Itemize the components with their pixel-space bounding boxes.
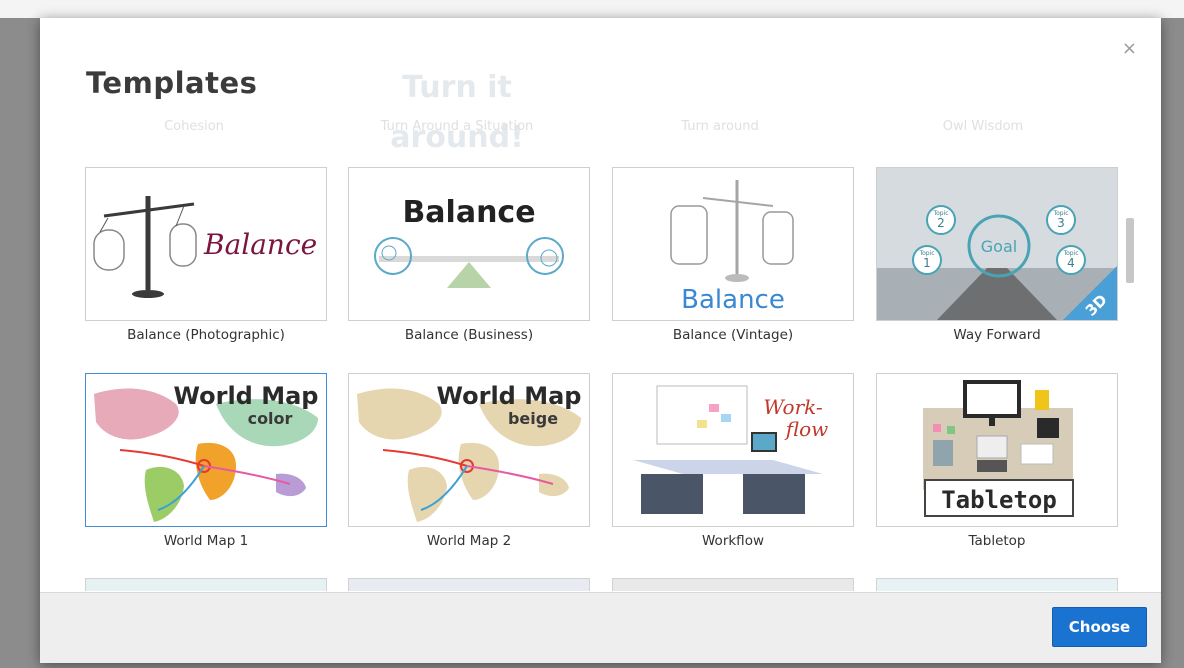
- svg-text:2: 2: [937, 216, 945, 230]
- thumbnail-title: World Map: [437, 382, 582, 410]
- dialog-title: Templates: [86, 66, 258, 100]
- scale-illustration: Balance: [93, 196, 317, 298]
- thumbnail-title: Tabletop: [941, 486, 1057, 514]
- ghost-template: Turn it around! Turn Around a Situation: [337, 63, 577, 155]
- ghost-template-label: Turn around: [681, 119, 759, 134]
- template-label: Balance (Vintage): [672, 327, 794, 343]
- template-thumbnail-selected[interactable]: World Map color: [85, 373, 327, 527]
- thumbnail-title: Balance: [203, 228, 317, 261]
- template-label: Balance (Photographic): [127, 327, 285, 343]
- template-tile-balance-photographic[interactable]: Balance Balance (Photographic): [85, 167, 327, 343]
- thumbnail-title: World Map: [174, 382, 319, 410]
- template-label: Workflow: [702, 533, 764, 549]
- template-tile-partial[interactable]: [876, 578, 1118, 591]
- background-page-strip: [0, 0, 1184, 18]
- ghost-template-image: Turn it around!: [390, 70, 524, 155]
- template-thumbnail[interactable]: Work- flow: [612, 373, 854, 527]
- ghost-template: Owl Wisdom: [863, 63, 1103, 143]
- vintage-scale-illustration: Balance: [670, 180, 794, 315]
- template-tile-workflow[interactable]: Work- flow Workflow: [612, 373, 854, 549]
- dialog-footer: Choose: [40, 592, 1161, 663]
- ghost-template-image: [863, 63, 1103, 113]
- close-icon[interactable]: ×: [1122, 38, 1137, 59]
- template-tile-partial[interactable]: [348, 578, 590, 591]
- templates-dialog: Cohesion Turn it around! Turn Around a S…: [40, 18, 1161, 663]
- template-thumbnail[interactable]: Balance: [612, 167, 854, 321]
- svg-text:4: 4: [1067, 256, 1075, 270]
- template-tile-tabletop[interactable]: Tabletop Tabletop: [876, 373, 1118, 549]
- thumbnail-title: Balance: [681, 285, 785, 315]
- template-tile-partial[interactable]: [612, 578, 854, 591]
- svg-text:1: 1: [923, 256, 931, 270]
- template-tile-world-map-1[interactable]: World Map color World Map 1: [85, 373, 327, 549]
- tabletop-illustration: Tabletop: [923, 380, 1074, 517]
- template-thumbnail[interactable]: Goal Topic 1 Topic 2 Topic 3 Topic 4 3D: [876, 167, 1118, 321]
- svg-text:3: 3: [1057, 216, 1065, 230]
- template-label: Way Forward: [953, 327, 1041, 343]
- template-thumbnail[interactable]: Balance: [85, 167, 327, 321]
- template-thumbnail[interactable]: Balance: [348, 167, 590, 321]
- template-label: Balance (Business): [404, 327, 534, 343]
- ghost-template-label: Cohesion: [164, 119, 224, 134]
- seesaw-illustration: Balance: [374, 195, 564, 288]
- template-thumbnail[interactable]: Tabletop: [876, 373, 1118, 527]
- ghost-template-image: [600, 63, 840, 113]
- choose-button[interactable]: Choose: [1052, 607, 1147, 647]
- workflow-illustration: Work- flow: [633, 385, 829, 514]
- ghost-template-label: Turn Around a Situation: [380, 119, 534, 134]
- template-tile-balance-business[interactable]: Balance Balance (Business): [348, 167, 590, 343]
- template-tile-balance-vintage[interactable]: Balance Balance (Vintage): [612, 167, 854, 343]
- thumbnail-subtitle: flow: [784, 417, 829, 441]
- template-tile-world-map-2[interactable]: World Map beige World Map 2: [348, 373, 590, 549]
- world-map-color-illustration: World Map color: [94, 382, 319, 522]
- template-label: World Map 1: [163, 533, 249, 549]
- thumbnail-subtitle: color: [248, 409, 293, 428]
- ghost-template-label: Owl Wisdom: [942, 119, 1024, 134]
- thumbnail-title: Balance: [402, 195, 535, 230]
- template-label: World Map 2: [426, 533, 512, 549]
- template-tile-way-forward[interactable]: Goal Topic 1 Topic 2 Topic 3 Topic 4 3D: [876, 167, 1118, 343]
- template-label: Tabletop: [968, 533, 1026, 549]
- template-thumbnail[interactable]: World Map beige: [348, 373, 590, 527]
- scrollbar-thumb[interactable]: [1126, 218, 1134, 283]
- ghost-template: Turn around: [600, 63, 840, 143]
- way-forward-illustration: Goal Topic 1 Topic 2 Topic 3 Topic 4 3D: [877, 168, 1117, 320]
- thumbnail-title: Goal: [981, 237, 1017, 256]
- template-tile-partial[interactable]: [85, 578, 327, 591]
- thumbnail-title: Work-: [763, 395, 823, 419]
- world-map-beige-illustration: World Map beige: [357, 382, 582, 522]
- thumbnail-subtitle: beige: [508, 409, 558, 428]
